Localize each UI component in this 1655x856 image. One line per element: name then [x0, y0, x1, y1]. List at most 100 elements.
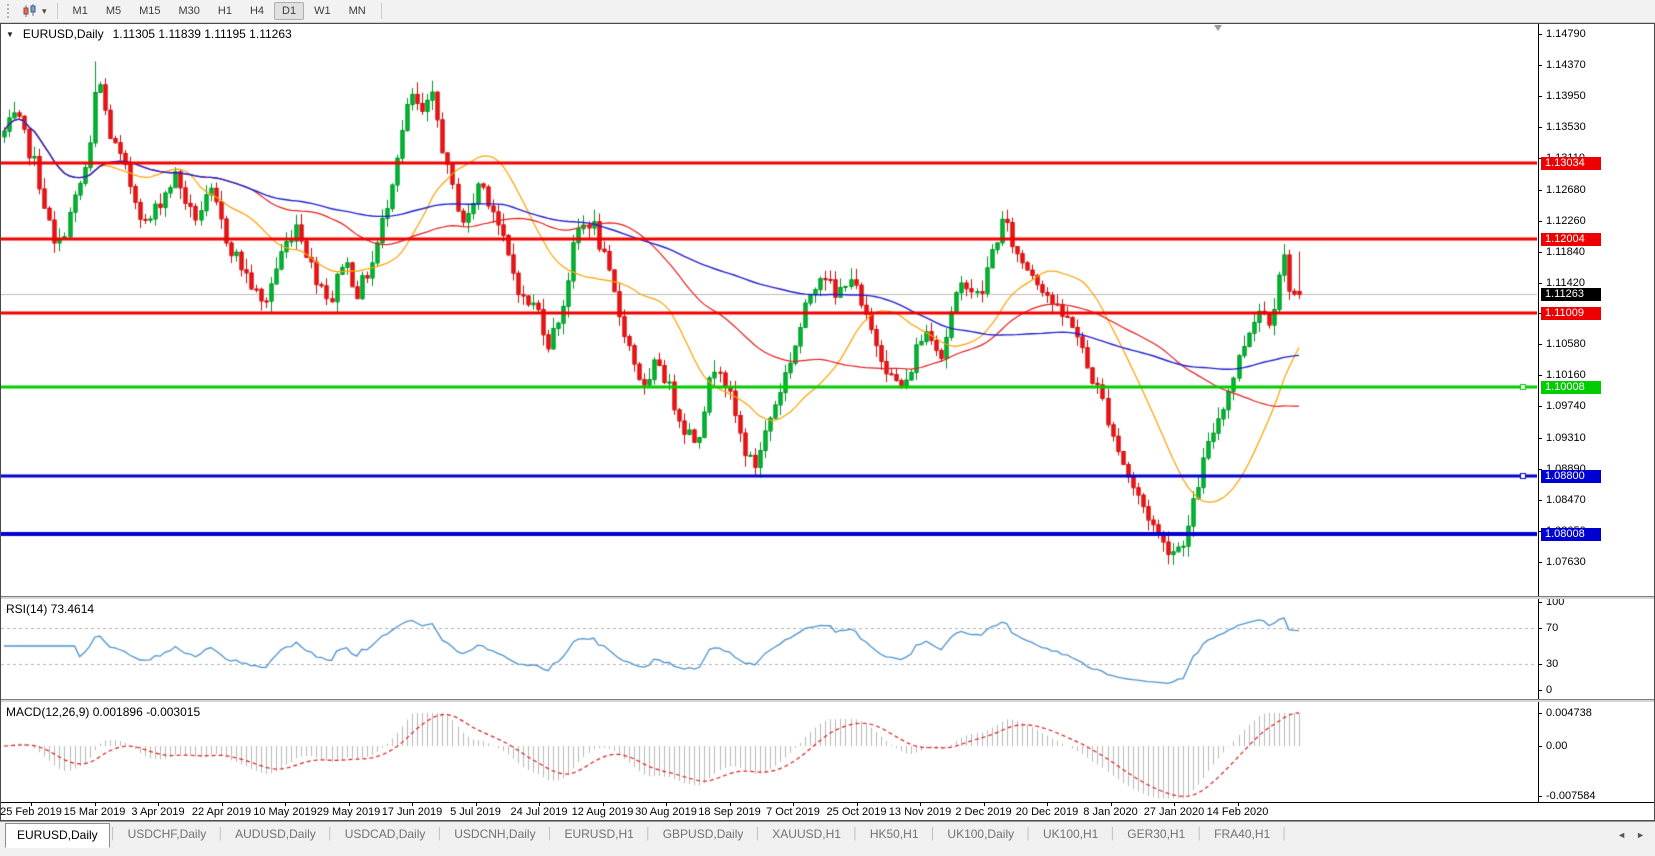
price-axis-tick: 1.14790: [1538, 28, 1654, 40]
chart-shift-marker-icon[interactable]: [1214, 25, 1222, 31]
rsi-axis-tick: 100: [1538, 599, 1654, 608]
tab-separator: │: [217, 822, 224, 840]
chart-tab-usdchf-daily[interactable]: USDCHF,Daily: [117, 823, 218, 846]
date-axis-label: 15 Mar 2019: [64, 806, 126, 818]
date-axis-label: 25 Oct 2019: [827, 806, 887, 818]
chart-tab-hk50-h1[interactable]: HK50,H1: [859, 823, 930, 846]
tab-separator: │: [110, 822, 117, 840]
top-toolbar: ▾ M1M5M15M30H1H4D1W1MN: [0, 0, 1655, 23]
chart-tab-audusd-daily[interactable]: AUDUSD,Daily: [224, 823, 327, 846]
toolbar-separator: [381, 3, 382, 19]
chart-title: ▼ EURUSD,Daily 1.11305 1.11839 1.11195 1…: [6, 27, 292, 41]
date-axis-label: 20 Dec 2019: [1016, 806, 1078, 818]
timeframe-button-d1[interactable]: D1: [274, 2, 304, 20]
chart-tab-usdcad-daily[interactable]: USDCAD,Daily: [334, 823, 437, 846]
chart-tab-gbpusd-daily[interactable]: GBPUSD,Daily: [652, 823, 755, 846]
date-axis-label: 18 Sep 2019: [698, 806, 760, 818]
price-line-badge: 1.08800: [1541, 470, 1601, 483]
macd-axis-tick: 0.004738: [1538, 707, 1654, 719]
price-axis-tick: 1.11420: [1538, 277, 1654, 289]
macd-label: MACD(12,26,9) 0.001896 -0.003015: [6, 705, 200, 719]
chart-tab-ger30-h1[interactable]: GER30,H1: [1116, 823, 1196, 846]
tab-separator: │: [645, 822, 652, 840]
price-axis-tick: 1.09740: [1538, 400, 1654, 412]
tab-separator: │: [1109, 822, 1116, 840]
tab-separator: │: [852, 822, 859, 840]
price-line-badge: 1.11263: [1541, 288, 1601, 301]
date-axis-label: 27 Jan 2020: [1144, 806, 1205, 818]
price-axis-tick: 1.10160: [1538, 369, 1654, 381]
date-axis-label: 2 Dec 2019: [955, 806, 1011, 818]
chart-tab-eurusd-h1[interactable]: EURUSD,H1: [553, 823, 644, 846]
price-line-badge: 1.12004: [1541, 233, 1601, 246]
rsi-pane: RSI(14) 73.4614 10070300: [1, 599, 1654, 699]
dropdown-caret-icon[interactable]: ▾: [42, 6, 47, 17]
date-axis-label: 30 Aug 2019: [635, 806, 697, 818]
chart-title-marker-icon: ▼: [6, 30, 14, 39]
rsi-axis-tick: 30: [1538, 658, 1654, 670]
price-axis-tick: 1.09310: [1538, 432, 1654, 444]
date-axis-label: 17 Jun 2019: [382, 806, 443, 818]
price-line-badge: 1.11009: [1541, 307, 1601, 320]
chart-tab-eurusd-daily[interactable]: EURUSD,Daily: [5, 823, 110, 848]
timeframe-button-h1[interactable]: H1: [210, 2, 240, 20]
macd-pane: MACD(12,26,9) 0.001896 -0.003015 0.00473…: [1, 702, 1654, 802]
date-axis-label: 13 Nov 2019: [889, 806, 951, 818]
chart-tab-uk100-daily[interactable]: UK100,Daily: [936, 823, 1025, 846]
price-line-badge: 1.13034: [1541, 157, 1601, 170]
price-line-badge: 1.08008: [1541, 528, 1601, 541]
candlestick-chart-icon: [22, 4, 38, 18]
chart-type-tool[interactable]: ▾: [18, 4, 51, 18]
chart-tab-bar: EURUSD,Daily│USDCHF,Daily│AUDUSD,Daily│U…: [0, 821, 1655, 856]
rsi-chart-canvas[interactable]: [1, 599, 1537, 699]
timeframe-button-m30[interactable]: M30: [171, 2, 208, 20]
toolbar-separator: [57, 3, 58, 19]
date-axis-label: 25 Feb 2019: [0, 806, 62, 818]
tab-separator: │: [930, 822, 937, 840]
chart-tab-fra40-h1[interactable]: FRA40,H1: [1203, 823, 1281, 846]
price-axis-tick: 1.12260: [1538, 215, 1654, 227]
tab-separator: │: [1025, 822, 1032, 840]
macd-axis-tick: 0.00: [1538, 740, 1654, 752]
chart-tab-xauusd-h1[interactable]: XAUUSD,H1: [761, 823, 852, 846]
chart-tab-uk100-h1[interactable]: UK100,H1: [1032, 823, 1109, 846]
tab-separator: │: [754, 822, 761, 840]
price-axis-tick: 1.10580: [1538, 338, 1654, 350]
macd-axis-tick: -0.007584: [1538, 790, 1654, 802]
price-axis-tick: 1.12680: [1538, 184, 1654, 196]
toolbar-grip-handle[interactable]: [7, 4, 12, 18]
price-axis-tick: 1.13530: [1538, 121, 1654, 133]
date-axis-label: 12 Aug 2019: [572, 806, 634, 818]
date-axis-label: 10 May 2019: [253, 806, 317, 818]
price-axis-tick: 1.14370: [1538, 59, 1654, 71]
timeframe-button-m5[interactable]: M5: [98, 2, 129, 20]
price-axis-tick: 1.08470: [1538, 494, 1654, 506]
timeframe-button-m1[interactable]: M1: [65, 2, 96, 20]
chart-window: ▼ EURUSD,Daily 1.11305 1.11839 1.11195 1…: [0, 23, 1655, 821]
price-line-badge: 1.10008: [1541, 381, 1601, 394]
rsi-axis-tick: 0: [1538, 684, 1654, 696]
chart-title-ohlc: 1.11305 1.11839 1.11195 1.11263: [113, 27, 292, 41]
price-chart-canvas[interactable]: [1, 24, 1537, 596]
date-axis-label: 29 May 2019: [317, 806, 381, 818]
tabs-scroll-right-icon[interactable]: ►: [1636, 830, 1645, 840]
tabs-scroll-left-icon[interactable]: ◄: [1617, 830, 1626, 840]
date-axis-label: 14 Feb 2020: [1207, 806, 1269, 818]
rsi-axis-tick: 70: [1538, 622, 1654, 634]
date-axis[interactable]: 25 Feb 201915 Mar 2019 3 Apr 2019 22 Apr 2…: [1, 802, 1654, 820]
timeframe-button-mn[interactable]: MN: [341, 2, 374, 20]
chart-tab-usdcnh-daily[interactable]: USDCNH,Daily: [443, 823, 546, 846]
date-axis-label: 3 Apr 2019: [131, 806, 184, 818]
tab-separator: │: [547, 822, 554, 840]
timeframe-button-m15[interactable]: M15: [131, 2, 168, 20]
macd-chart-canvas[interactable]: [1, 702, 1537, 802]
tab-separator: │: [327, 822, 334, 840]
date-axis-label: 8 Jan 2020: [1083, 806, 1137, 818]
timeframe-button-w1[interactable]: W1: [306, 2, 339, 20]
date-axis-label: 22 Apr 2019: [192, 806, 251, 818]
price-axis-tick: 1.11840: [1538, 246, 1654, 258]
chart-title-symbol: EURUSD,Daily: [23, 27, 104, 41]
timeframe-button-h4[interactable]: H4: [242, 2, 272, 20]
date-axis-label: 5 Jul 2019: [450, 806, 501, 818]
tab-separator: │: [436, 822, 443, 840]
